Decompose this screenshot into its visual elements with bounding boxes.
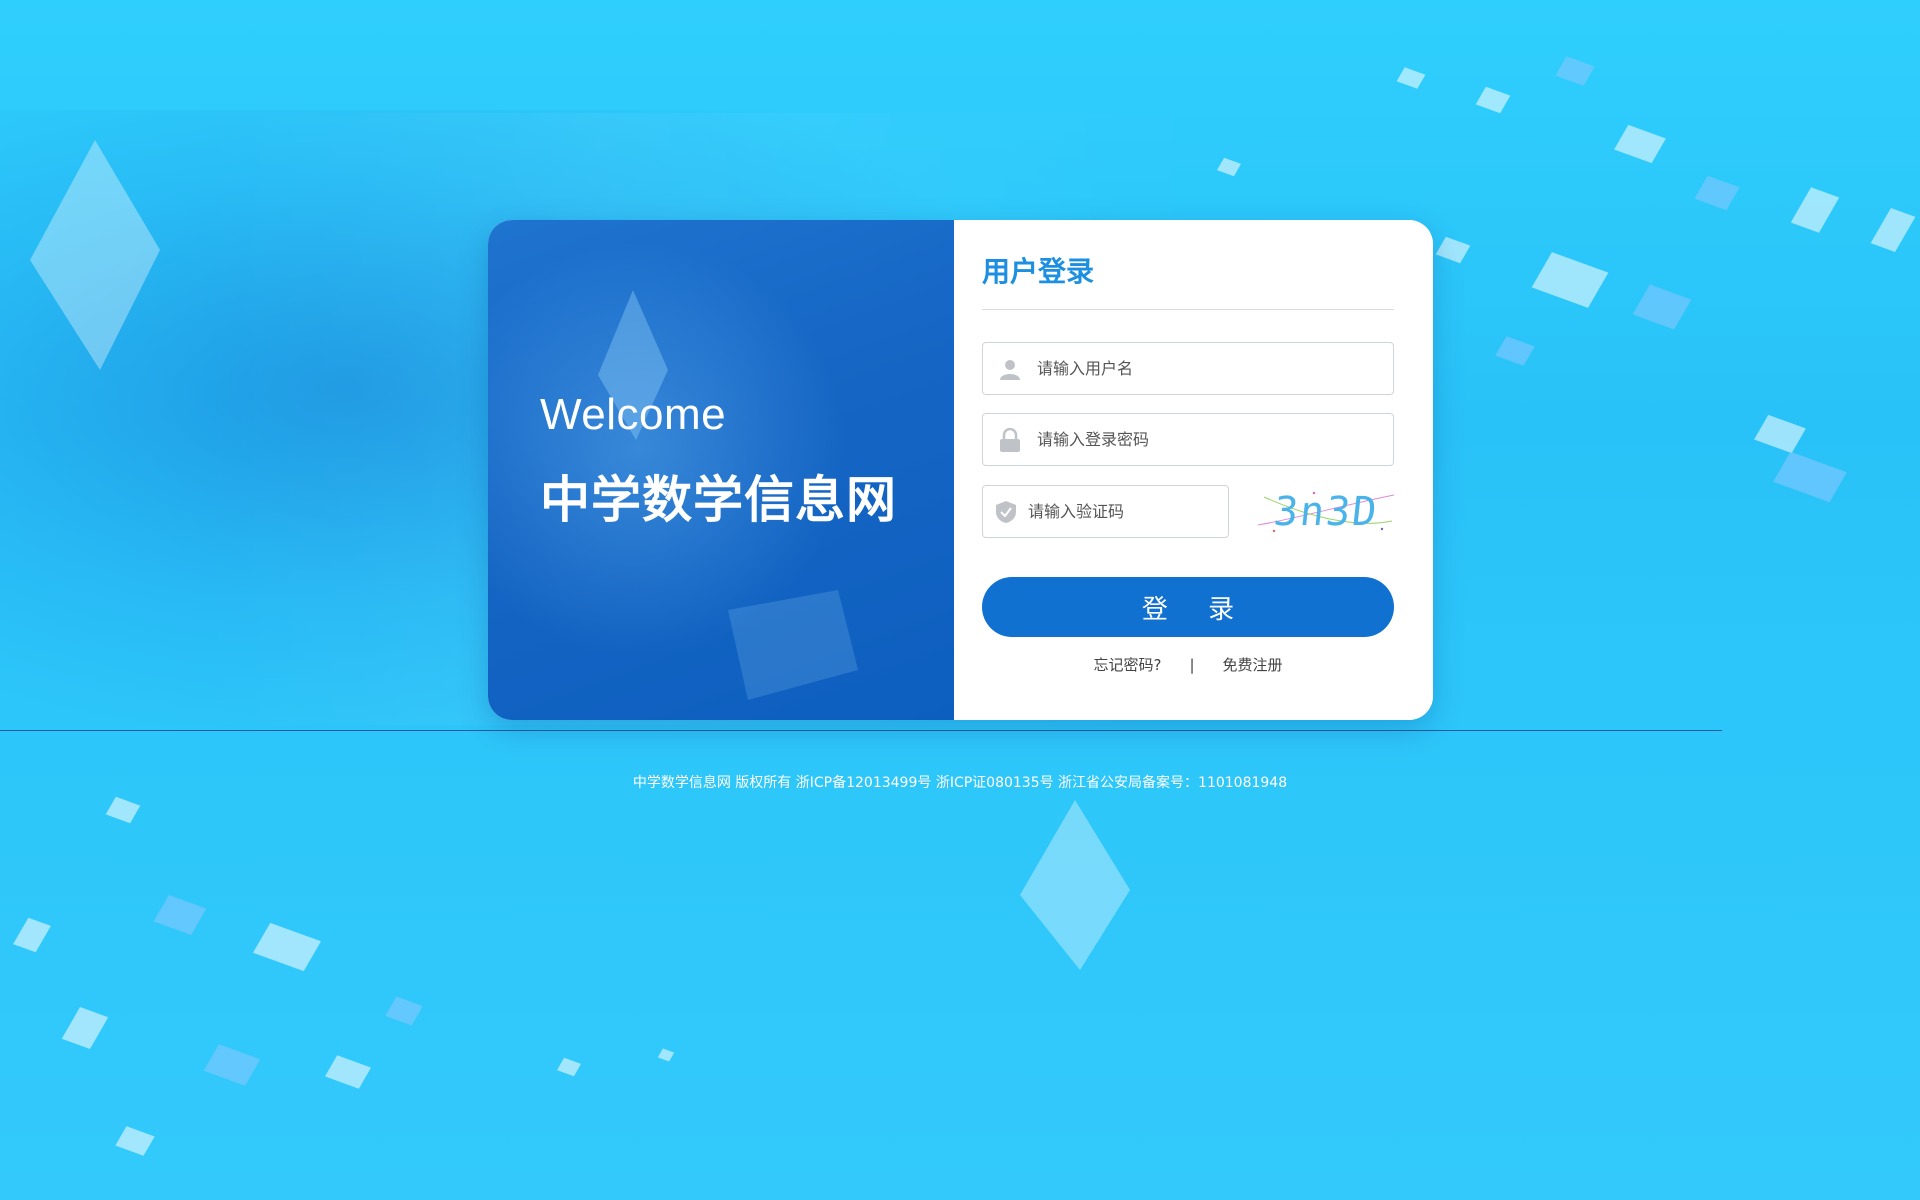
cube-shape: [1773, 451, 1847, 503]
captcha-text: 3n3D: [1271, 488, 1381, 535]
auth-links: 忘记密码? | 免费注册: [982, 654, 1394, 675]
cube-shape: [1694, 175, 1740, 211]
login-button[interactable]: 登 录: [982, 577, 1394, 637]
cube-shape: [1790, 187, 1840, 233]
cube-shape: [1495, 336, 1535, 366]
login-panel: 用户登录 请输入用户名 请输入验证码 3n3D 登 录 忘记密码? | 免费注册: [954, 220, 1433, 720]
cube-shape: [1216, 157, 1242, 177]
crystal-shape: [1020, 800, 1130, 970]
welcome-panel: Welcome 中学数学信息网: [488, 220, 954, 720]
register-link[interactable]: 免费注册: [1223, 654, 1283, 675]
footer-copyright: 中学数学信息网 版权所有 浙ICP备12013499号 浙ICP证080135号…: [632, 775, 1288, 791]
username-field[interactable]: [982, 342, 1394, 395]
cube-shape: [385, 996, 423, 1026]
cube-outline-shape: [728, 590, 858, 700]
horizontal-divider: [0, 730, 1722, 731]
captcha-field[interactable]: [982, 485, 1229, 538]
cube-shape: [1555, 56, 1595, 86]
lock-icon: [983, 427, 1037, 452]
welcome-heading: Welcome: [540, 390, 727, 439]
cube-shape: [1870, 207, 1916, 253]
cube-shape: [61, 1007, 109, 1049]
crystal-shape: [30, 140, 160, 370]
cube-shape: [324, 1055, 372, 1089]
cube-shape: [1614, 124, 1666, 164]
user-icon: [983, 357, 1037, 381]
cube-shape: [1475, 86, 1511, 114]
username-input[interactable]: [1037, 343, 1393, 394]
link-separator: |: [1189, 655, 1195, 674]
cube-shape: [203, 1044, 261, 1086]
site-name-heading: 中学数学信息网: [540, 470, 897, 529]
cube-shape: [1531, 252, 1609, 308]
cube-shape: [1396, 67, 1426, 89]
captcha-image[interactable]: 3n3D: [1254, 485, 1398, 538]
cube-shape: [105, 796, 141, 824]
cube-shape: [13, 917, 51, 953]
password-field[interactable]: [982, 413, 1394, 466]
title-divider: [982, 309, 1394, 310]
captcha-input[interactable]: [1028, 486, 1228, 537]
forgot-password-link[interactable]: 忘记密码?: [1093, 654, 1161, 675]
cube-shape: [1754, 414, 1806, 454]
cube-shape: [556, 1057, 582, 1077]
cube-shape: [1632, 284, 1692, 330]
login-card: Welcome 中学数学信息网 用户登录 请输入用户名 请输入验证码 3n3D …: [488, 220, 1433, 720]
shield-icon: [983, 500, 1028, 524]
cube-shape: [153, 894, 207, 936]
cube-shape: [1435, 236, 1471, 264]
password-input[interactable]: [1037, 414, 1393, 465]
cube-shape: [657, 1048, 675, 1062]
cube-shape: [252, 922, 322, 972]
cube-shape: [115, 1126, 155, 1156]
login-title: 用户登录: [982, 255, 1095, 288]
